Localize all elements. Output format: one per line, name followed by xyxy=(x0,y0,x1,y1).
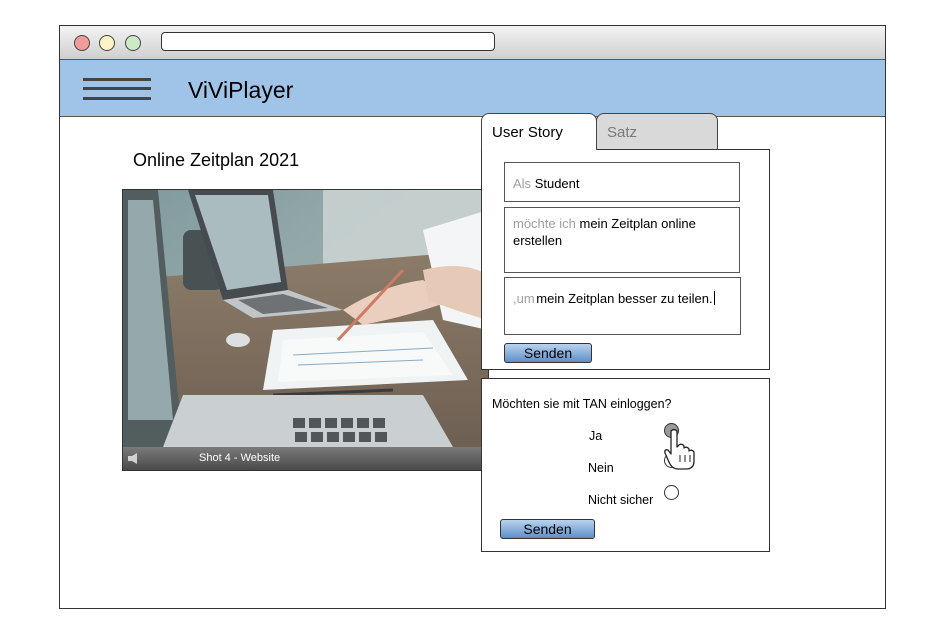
tan-question-panel: Möchten sie mit TAN einloggen? Ja Nein N… xyxy=(481,378,770,552)
tan-submit-button[interactable]: Senden xyxy=(500,519,595,539)
tab-satz[interactable]: Satz xyxy=(596,113,718,149)
close-window-button[interactable] xyxy=(74,35,90,51)
maximize-window-button[interactable] xyxy=(125,35,141,51)
video-title: Online Zeitplan 2021 xyxy=(133,150,300,170)
app-header: ViViPlayer xyxy=(60,60,885,117)
tan-question: Möchten sie mit TAN einloggen? xyxy=(492,397,672,411)
menu-icon[interactable] xyxy=(83,76,151,102)
goal-prefix: möchte ich xyxy=(513,216,576,231)
minimize-window-button[interactable] xyxy=(99,35,115,51)
goal-field[interactable]: möchte ich mein Zeitplan online erstelle… xyxy=(504,207,740,273)
video-frame[interactable] xyxy=(123,190,488,447)
shot-label: Shot 4 - Website xyxy=(199,452,281,464)
address-bar[interactable] xyxy=(161,32,495,51)
option-nicht-sicher-label: Nicht sicher xyxy=(588,493,654,507)
speaker-icon[interactable] xyxy=(128,453,138,464)
reason-prefix: ,um xyxy=(513,291,535,306)
reason-field[interactable]: ,um mein Zeitplan besser zu teilen. xyxy=(504,277,741,335)
video-player[interactable]: Shot 4 - Website xyxy=(122,189,489,471)
title-bar xyxy=(60,26,885,60)
player-controls: Shot 4 - Website xyxy=(123,447,488,470)
tab-user-story[interactable]: User Story xyxy=(481,113,597,150)
hand-pointer-icon xyxy=(664,428,695,470)
app-title: ViViPlayer xyxy=(188,77,294,103)
text-caret xyxy=(713,291,715,305)
option-nein-label: Nein xyxy=(588,461,614,475)
option-nicht-sicher-radio[interactable] xyxy=(664,485,679,500)
option-ja-label: Ja xyxy=(589,429,603,443)
role-prefix: Als xyxy=(513,176,532,191)
reason-value: mein Zeitplan besser zu teilen. xyxy=(536,291,713,306)
role-field[interactable]: Als Student xyxy=(504,162,740,202)
user-story-panel: Als Student möchte ich mein Zeitplan onl… xyxy=(481,149,770,370)
video-thumbnail xyxy=(123,190,488,447)
story-submit-button[interactable]: Senden xyxy=(504,343,592,363)
role-value: Student xyxy=(534,176,580,191)
